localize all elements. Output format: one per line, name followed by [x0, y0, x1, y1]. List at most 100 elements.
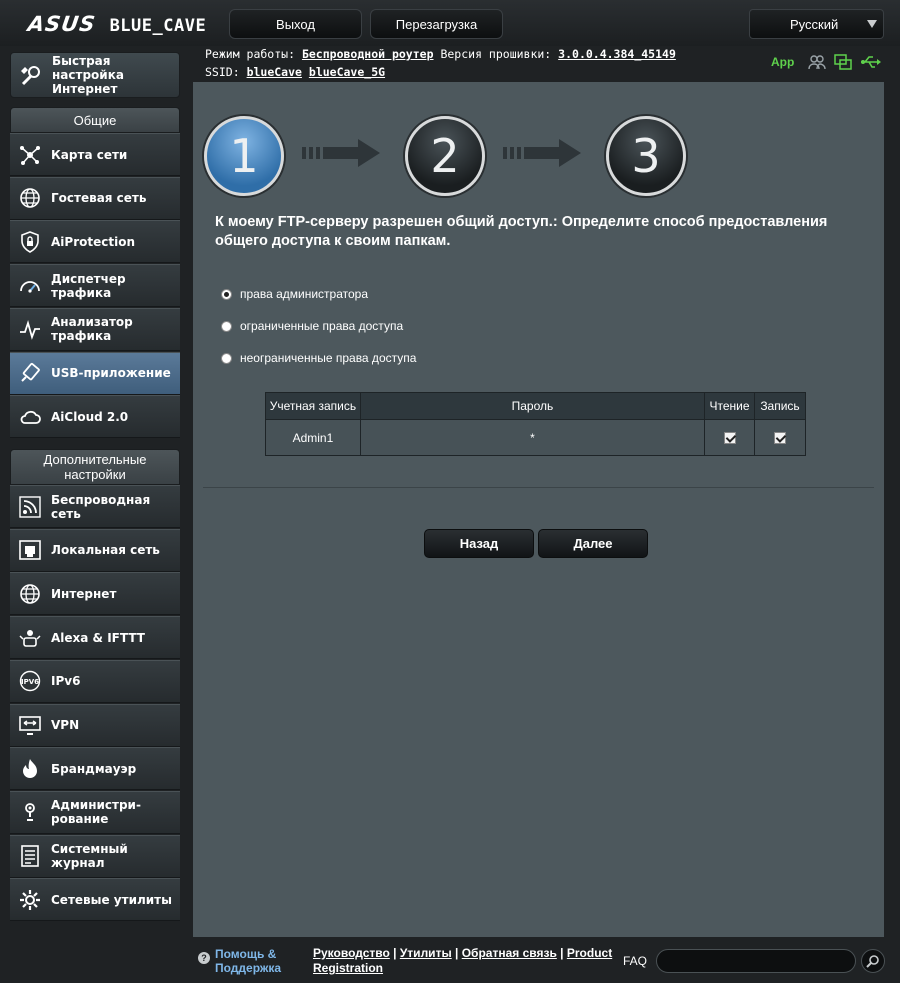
sidebar-item-label: IPv6 [51, 674, 81, 689]
ipv6-icon: IPV6 [18, 669, 42, 693]
sidebar-item-label: USB-приложение [51, 366, 171, 380]
back-button[interactable]: Назад [424, 529, 534, 558]
mode-label: Режим работы: [205, 47, 296, 61]
wizard-headline: К моему FTP-серверу разрешен общий досту… [215, 214, 828, 249]
chevron-down-icon [867, 20, 877, 28]
ssid-link-5g[interactable]: blueCave_5G [309, 65, 385, 79]
sidebar-item-label: Системный журнал [51, 842, 128, 871]
log-icon [18, 844, 42, 868]
sidebar-item-lan[interactable]: Локальная сеть [10, 528, 180, 572]
usb-status-icon[interactable] [860, 55, 882, 69]
language-value: Русский [790, 16, 839, 32]
cell-write [754, 419, 806, 456]
alexa-icon [18, 626, 42, 650]
search-button[interactable] [861, 949, 885, 973]
sidebar-item-firewall[interactable]: Брандмауэр [10, 747, 180, 791]
sidebar-item-label: AiCloud 2.0 [51, 409, 129, 424]
globe-guest-icon [18, 186, 42, 210]
sidebar-item-label: Гостевая сеть [51, 191, 147, 206]
tools-icon [18, 888, 42, 912]
sidebar-item-admin[interactable]: Администри-рование [10, 790, 180, 834]
quick-setup-button[interactable]: Быстрая настройка Интернет [10, 52, 180, 98]
clients-icon[interactable] [808, 54, 827, 70]
cell-password: * [359, 419, 706, 456]
brand-logo: ASUS [26, 12, 98, 36]
next-button[interactable]: Далее [538, 529, 648, 558]
sidebar-item-globe[interactable]: Интернет [10, 572, 180, 616]
firmware-link[interactable]: 3.0.0.4.384_45149 [558, 47, 676, 61]
col-account: Учетная запись [265, 392, 361, 420]
arrow-right-icon [503, 139, 581, 167]
sidebar-item-gauge[interactable]: Диспетчер трафика [10, 264, 180, 308]
option-admin-rights-label: права администратора [240, 287, 369, 301]
sidebar-item-label: AiProtection [51, 234, 135, 249]
network-map-icon [18, 143, 42, 167]
network-status-icon[interactable] [834, 54, 853, 70]
cell-account: Admin1 [265, 419, 361, 456]
sidebar-item-label: Анализатор трафика [51, 315, 133, 344]
account-table: Учетная запись Пароль Чтение Запись Admi… [265, 392, 806, 456]
write-checkbox[interactable] [774, 432, 786, 445]
gauge-icon [18, 274, 42, 298]
footer: ? Помощь & Поддержка Руководство | Утили… [0, 937, 900, 983]
footer-links: Руководство | Утилиты | Обратная связь |… [313, 946, 613, 975]
sidebar-item-vpn[interactable]: VPN [10, 703, 180, 747]
table-header-row: Учетная запись Пароль Чтение Запись [265, 392, 806, 420]
sidebar-item-cloud[interactable]: AiCloud 2.0 [10, 395, 180, 439]
feedback-link[interactable]: Обратная связь [462, 946, 557, 960]
cell-read [704, 419, 755, 456]
logout-button[interactable]: Выход [229, 9, 362, 39]
utilities-link[interactable]: Утилиты [400, 946, 452, 960]
top-bar: ASUS BLUE_CAVE Выход Перезагрузка Русски… [0, 0, 900, 46]
option-admin-rights[interactable]: права администратора [221, 287, 368, 301]
info-bar: Режим работы: Беспроводной роутер Версия… [193, 46, 900, 82]
search-icon [866, 955, 879, 968]
sidebar-item-label: Диспетчер трафика [51, 271, 126, 300]
reboot-button[interactable]: Перезагрузка [370, 9, 503, 39]
app-status[interactable]: App [771, 55, 794, 69]
option-unlimited-rights[interactable]: неограниченные права доступа [221, 351, 416, 365]
quick-setup-label: Быстрая настройка Интернет [52, 54, 124, 96]
main-panel: 1 2 3 К моему FTP-серверу разрешен общий… [193, 82, 884, 937]
sidebar-item-label: Карта сети [51, 147, 128, 162]
wireless-icon [18, 495, 42, 519]
radio-admin-rights[interactable] [221, 288, 232, 300]
shield-lock-icon [18, 230, 42, 254]
firewall-icon [18, 757, 42, 781]
ssid-link-24g[interactable]: blueCave [247, 65, 302, 79]
model-name: BLUE_CAVE [109, 16, 207, 36]
globe-icon [18, 582, 42, 606]
faq-label: FAQ [623, 954, 648, 968]
sidebar-item-wireless[interactable]: Беспроводная сеть [10, 485, 180, 528]
radio-unlimited-rights[interactable] [221, 352, 232, 364]
language-select[interactable]: Русский [749, 9, 884, 39]
sidebar-item-tools[interactable]: Сетевые утилиты [10, 878, 180, 922]
general-section-header: Общие [10, 107, 180, 133]
sidebar-item-ipv6[interactable]: IPV6 IPv6 [10, 659, 180, 703]
manual-link[interactable]: Руководство [313, 946, 390, 960]
divider [203, 487, 874, 488]
sidebar-item-pulse[interactable]: Анализатор трафика [10, 307, 180, 351]
sidebar-item-shield-lock[interactable]: AiProtection [10, 220, 180, 264]
option-unlimited-rights-label: неограниченные права доступа [240, 351, 417, 365]
arrow-right-icon [302, 139, 380, 167]
help-support-link[interactable]: ? Помощь & Поддержка [198, 947, 295, 975]
col-write: Запись [754, 392, 806, 420]
sidebar-item-globe-guest[interactable]: Гостевая сеть [10, 176, 180, 220]
option-limited-rights-label: ограниченные права доступа [240, 319, 404, 333]
sidebar-item-label: Alexa & IFTTT [51, 630, 145, 645]
option-limited-rights[interactable]: ограниченные права доступа [221, 319, 403, 333]
sidebar-item-log[interactable]: Системный журнал [10, 834, 180, 878]
sidebar-item-usb[interactable]: USB-приложение [10, 351, 180, 395]
mode-link[interactable]: Беспроводной роутер [302, 47, 434, 61]
sidebar-item-label: Сетевые утилиты [51, 892, 172, 907]
sidebar-item-label: Администри-рование [51, 798, 141, 827]
sidebar-item-network-map[interactable]: Карта сети [10, 133, 180, 176]
svg-text:IPV6: IPV6 [21, 678, 39, 686]
faq-search-input[interactable] [656, 949, 856, 973]
radio-limited-rights[interactable] [221, 320, 232, 332]
ssid-label: SSID: [205, 65, 240, 79]
sidebar-item-alexa[interactable]: Alexa & IFTTT [10, 616, 180, 660]
admin-icon [18, 800, 42, 824]
read-checkbox[interactable] [723, 432, 736, 445]
